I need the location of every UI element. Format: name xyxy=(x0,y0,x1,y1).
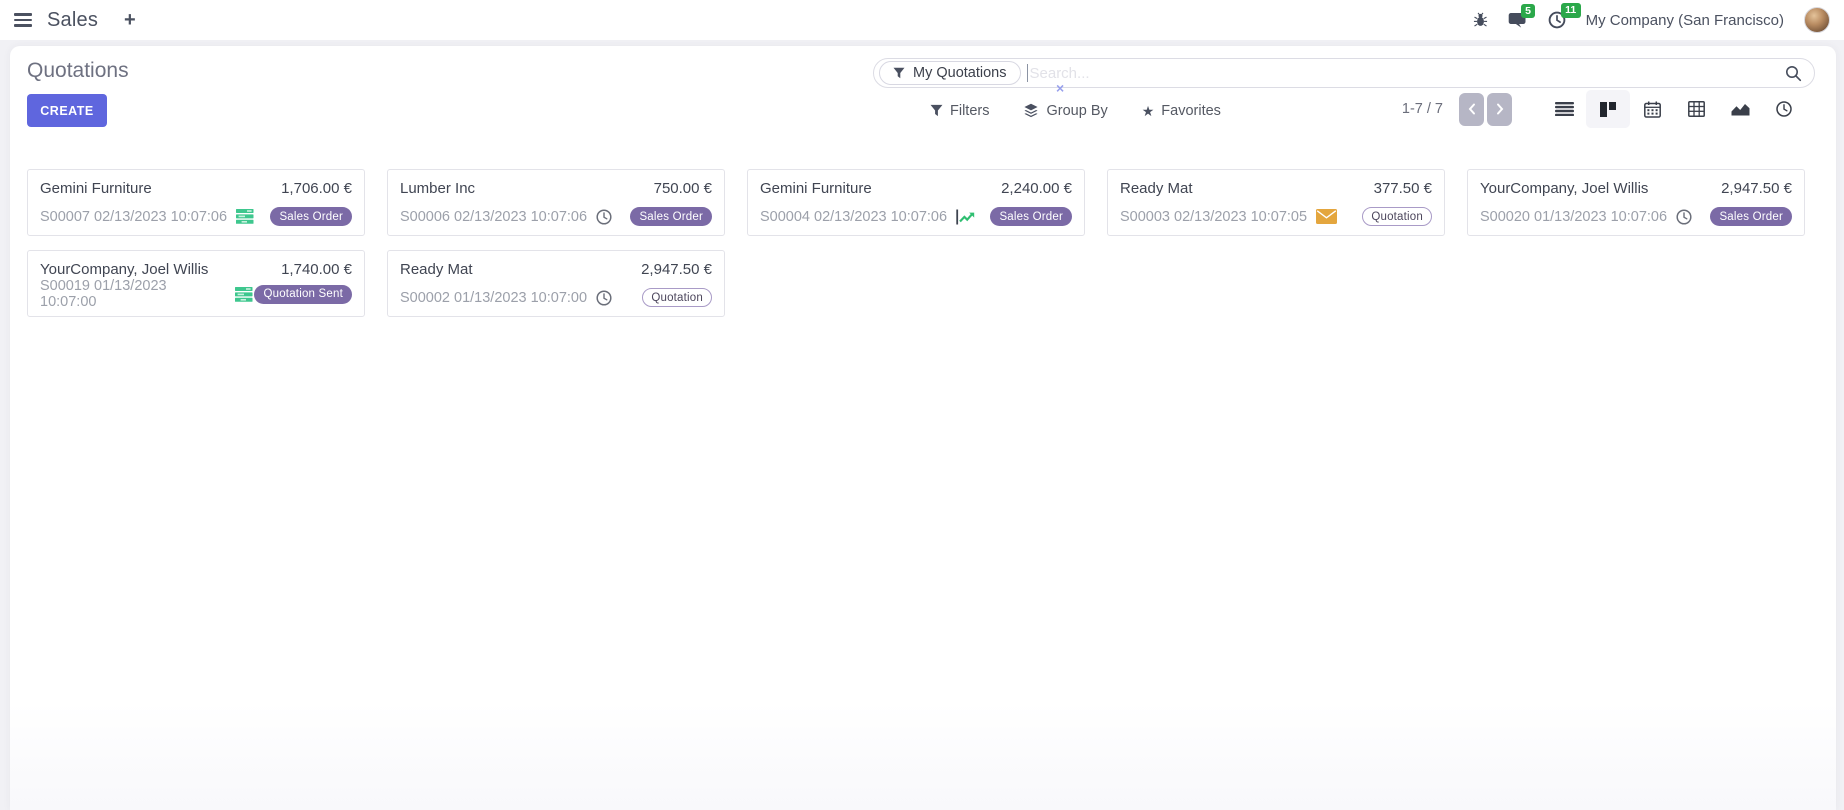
status-badge: Sales Order xyxy=(1710,207,1792,226)
activity-clock-icon[interactable] xyxy=(596,209,612,225)
card-reference: S00007 02/13/2023 10:07:06 xyxy=(40,209,227,225)
card-amount: 1,706.00 € xyxy=(281,180,352,197)
activity-clock-icon[interactable] xyxy=(596,290,612,306)
card-reference: S00002 01/13/2023 10:07:00 xyxy=(400,290,587,306)
top-navbar: Sales + 5 11 xyxy=(0,0,1844,40)
facet-remove-icon[interactable]: × xyxy=(1056,81,1064,95)
status-badge: Sales Order xyxy=(630,207,712,226)
status-badge: Sales Order xyxy=(270,207,352,226)
card-reference: S00020 01/13/2023 10:07:06 xyxy=(1480,209,1667,225)
kanban-view: Gemini Furniture 1,706.00 € S00007 02/13… xyxy=(27,169,1819,317)
list-view-icon xyxy=(1555,102,1574,116)
pivot-view-icon xyxy=(1688,101,1705,117)
group-by-button[interactable]: Group By xyxy=(1023,103,1107,119)
card-customer: Ready Mat xyxy=(1120,180,1193,197)
card-customer: Lumber Inc xyxy=(400,180,475,197)
filter-bar: Filters Group By ★ Favorites xyxy=(930,94,1221,127)
pager-value[interactable]: 1-7 / 7 xyxy=(1402,101,1443,117)
kanban-card[interactable]: Ready Mat 2,947.50 € S00002 01/13/2023 1… xyxy=(387,250,725,317)
card-amount: 2,240.00 € xyxy=(1001,180,1072,197)
card-amount: 2,947.50 € xyxy=(1721,180,1792,197)
card-customer: Gemini Furniture xyxy=(760,180,872,197)
view-graph-button[interactable] xyxy=(1718,90,1762,128)
user-avatar[interactable] xyxy=(1804,7,1830,33)
card-reference: S00003 02/13/2023 10:07:05 xyxy=(1120,209,1307,225)
filter-funnel-icon xyxy=(893,67,905,79)
view-kanban-button[interactable] xyxy=(1586,90,1630,128)
filters-label: Filters xyxy=(950,103,989,119)
pager-previous-button[interactable] xyxy=(1459,93,1484,126)
search-input[interactable] xyxy=(1028,65,1786,82)
company-switcher[interactable]: My Company (San Francisco) xyxy=(1586,12,1784,29)
kanban-card[interactable]: Lumber Inc 750.00 € S00006 02/13/2023 10… xyxy=(387,169,725,236)
activity-notes-icon[interactable] xyxy=(235,287,254,302)
card-amount: 1,740.00 € xyxy=(281,261,352,278)
card-customer: Ready Mat xyxy=(400,261,473,278)
graph-view-icon xyxy=(1731,102,1750,116)
activities-count-badge: 11 xyxy=(1561,3,1581,18)
content-panel: Quotations My Quotations × CREATE Filter… xyxy=(10,46,1836,810)
view-activity-button[interactable] xyxy=(1762,90,1806,128)
search-facet[interactable]: My Quotations xyxy=(879,61,1021,85)
activities-clock-icon[interactable]: 11 xyxy=(1548,11,1566,29)
pager-next-button[interactable] xyxy=(1487,93,1512,126)
search-facet-label: My Quotations xyxy=(913,65,1007,81)
status-badge: Sales Order xyxy=(990,207,1072,226)
status-badge: Quotation xyxy=(642,288,712,307)
activity-view-icon xyxy=(1776,101,1792,117)
filters-button[interactable]: Filters xyxy=(930,103,989,119)
card-reference: S00019 01/13/2023 10:07:00 xyxy=(40,278,226,310)
favorites-label: Favorites xyxy=(1161,103,1221,119)
plus-icon[interactable]: + xyxy=(124,10,136,30)
kanban-card[interactable]: YourCompany, Joel Willis 1,740.00 € S000… xyxy=(27,250,365,317)
kanban-card[interactable]: YourCompany, Joel Willis 2,947.50 € S000… xyxy=(1467,169,1805,236)
card-amount: 2,947.50 € xyxy=(641,261,712,278)
layers-icon xyxy=(1023,103,1039,118)
create-button[interactable]: CREATE xyxy=(27,94,107,127)
activity-email-icon[interactable] xyxy=(1316,209,1337,224)
search-bar[interactable]: My Quotations × xyxy=(873,58,1815,88)
status-badge: Quotation Sent xyxy=(254,285,352,304)
view-calendar-button[interactable] xyxy=(1630,90,1674,128)
activity-notes-icon[interactable] xyxy=(236,209,255,224)
filters-funnel-icon xyxy=(930,104,943,117)
status-badge: Quotation xyxy=(1362,207,1432,226)
messages-count-badge: 5 xyxy=(1521,4,1536,19)
calendar-view-icon xyxy=(1644,101,1661,118)
card-amount: 750.00 € xyxy=(654,180,712,197)
debug-bug-icon[interactable] xyxy=(1473,12,1488,28)
card-reference: S00006 02/13/2023 10:07:06 xyxy=(400,209,587,225)
card-customer: YourCompany, Joel Willis xyxy=(40,261,208,278)
kanban-card[interactable]: Gemini Furniture 1,706.00 € S00007 02/13… xyxy=(27,169,365,236)
activity-clock-icon[interactable] xyxy=(1676,209,1692,225)
card-reference: S00004 02/13/2023 10:07:06 xyxy=(760,209,947,225)
card-customer: YourCompany, Joel Willis xyxy=(1480,180,1648,197)
activity-upsell-chart-icon[interactable] xyxy=(956,209,978,225)
kanban-card[interactable]: Ready Mat 377.50 € S00003 02/13/2023 10:… xyxy=(1107,169,1445,236)
view-pivot-button[interactable] xyxy=(1674,90,1718,128)
view-switcher xyxy=(1542,90,1806,128)
group-by-label: Group By xyxy=(1046,103,1107,119)
search-icon[interactable] xyxy=(1785,65,1802,82)
page-background: Quotations My Quotations × CREATE Filter… xyxy=(0,46,1844,810)
messages-icon[interactable]: 5 xyxy=(1508,12,1528,29)
kanban-view-icon xyxy=(1600,102,1616,117)
star-icon: ★ xyxy=(1142,104,1155,118)
view-list-button[interactable] xyxy=(1542,90,1586,128)
favorites-button[interactable]: ★ Favorites xyxy=(1142,103,1221,119)
card-amount: 377.50 € xyxy=(1374,180,1432,197)
hamburger-menu-icon[interactable] xyxy=(12,9,34,31)
page-title: Quotations xyxy=(27,59,129,83)
app-name[interactable]: Sales xyxy=(47,9,98,32)
card-customer: Gemini Furniture xyxy=(40,180,152,197)
pager-and-views: 1-7 / 7 xyxy=(1402,90,1806,128)
kanban-card[interactable]: Gemini Furniture 2,240.00 € S00004 02/13… xyxy=(747,169,1085,236)
